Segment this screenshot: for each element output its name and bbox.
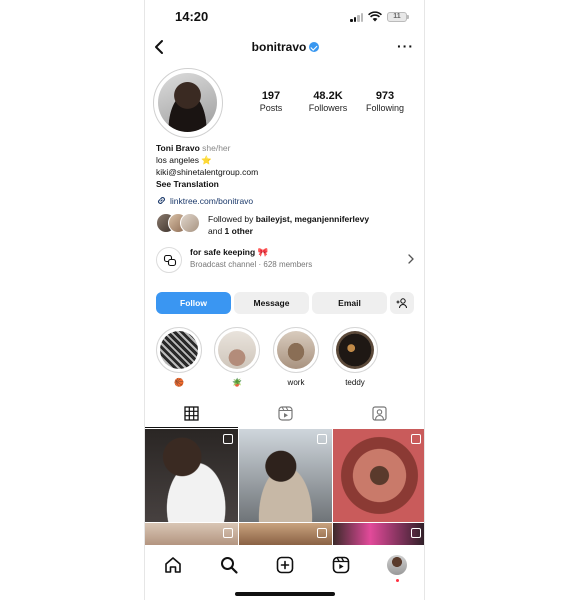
profile-avatar[interactable] [387, 555, 407, 582]
stat-followers-count: 48.2K [313, 90, 343, 102]
tagged-icon [372, 406, 387, 421]
highlight-cover [160, 331, 198, 369]
add-user-icon [396, 298, 407, 309]
bio-link[interactable]: linktree.com/bonitravo [156, 195, 253, 206]
tab-tagged[interactable] [333, 400, 424, 428]
post-thumbnail[interactable] [333, 429, 424, 522]
profile-screen: 14:20 11 bonitravo ··· 197 Posts 48.2K F… [144, 0, 425, 600]
chevron-right-icon [408, 254, 414, 264]
display-name: Toni Bravo [156, 143, 200, 153]
signal-icon [350, 12, 364, 22]
followed-by-names[interactable]: baileyjst, meganjenniferlevy [256, 214, 369, 224]
highlight-caption: teddy [345, 378, 365, 387]
avatar [180, 213, 200, 233]
stat-posts[interactable]: 197 Posts [241, 90, 301, 113]
home-indicator [235, 592, 335, 596]
tab-reels[interactable] [239, 400, 332, 428]
profile-actions: Follow Message Email [156, 292, 416, 314]
highlight-caption: 🏀 [174, 378, 184, 387]
stat-posts-label: Posts [259, 103, 283, 113]
bio-email: kiki@shinetalentgroup.com [156, 167, 259, 177]
post-thumbnail[interactable] [239, 523, 332, 545]
post-grid [145, 429, 424, 545]
stat-followers-label: Followers [308, 103, 348, 113]
broadcast-channel[interactable]: for safe keeping 🎀 Broadcast channel · 6… [156, 245, 416, 275]
carousel-icon [223, 434, 233, 444]
followed-by[interactable]: Followed by baileyjst, meganjenniferlevy… [156, 213, 421, 237]
stat-followers[interactable]: 48.2K Followers [298, 90, 358, 113]
story-highlights: 🏀 🪴 work teddy [156, 327, 416, 389]
search-icon[interactable] [219, 555, 239, 575]
link-icon [158, 197, 165, 204]
bio: Toni Bravo she/her los angeles ⭐ kiki@sh… [156, 142, 416, 190]
bio-link-text[interactable]: linktree.com/bonitravo [170, 196, 253, 206]
reels-icon[interactable] [331, 555, 351, 575]
bottom-nav [145, 546, 424, 586]
post-thumbnail[interactable] [333, 523, 424, 545]
reel-icon [411, 434, 421, 444]
carousel-icon [317, 434, 327, 444]
stat-posts-count: 197 [261, 90, 281, 102]
post-thumbnail[interactable] [239, 429, 332, 522]
reel-icon [411, 528, 421, 538]
message-button[interactable]: Message [234, 292, 309, 314]
status-time: 14:20 [175, 9, 209, 24]
followed-by-text: Followed by baileyjst, meganjenniferlevy… [208, 213, 369, 237]
highlight-caption: work [287, 378, 305, 387]
highlight-item[interactable]: 🪴 [214, 327, 260, 388]
page-title: bonitravo [145, 40, 424, 54]
highlight-item[interactable]: 🏀 [156, 327, 202, 388]
broadcast-title: for safe keeping 🎀 [190, 247, 269, 257]
avatar-ring[interactable] [153, 68, 223, 138]
status-bar: 14:20 11 [145, 8, 424, 26]
highlight-cover [277, 331, 315, 369]
reels-icon [278, 406, 293, 421]
post-thumbnail[interactable] [145, 523, 238, 545]
followed-by-and: and [208, 226, 225, 236]
see-translation-link[interactable]: See Translation [156, 178, 416, 190]
post-thumbnail[interactable] [145, 429, 238, 522]
highlight-item[interactable]: work [273, 327, 319, 388]
more-icon[interactable]: ··· [397, 39, 414, 53]
carousel-icon [223, 528, 233, 538]
broadcast-subtitle: Broadcast channel · 628 members [190, 260, 313, 269]
followed-by-prefix: Followed by [208, 214, 256, 224]
follow-button[interactable]: Follow [156, 292, 231, 314]
battery-level: 11 [393, 13, 401, 20]
bio-location: los angeles ⭐ [156, 155, 212, 165]
profile-tabs [145, 400, 424, 428]
followed-by-other[interactable]: 1 other [225, 226, 253, 236]
stat-following[interactable]: 973 Following [355, 90, 415, 113]
highlight-cover [336, 331, 374, 369]
avatar[interactable] [158, 73, 217, 132]
profile-header: bonitravo ··· [145, 38, 424, 58]
stat-following-count: 973 [375, 90, 395, 102]
email-button[interactable]: Email [312, 292, 387, 314]
verified-badge-icon [309, 42, 320, 52]
stat-following-label: Following [365, 103, 405, 113]
create-icon[interactable] [275, 555, 295, 575]
highlight-item[interactable]: teddy [332, 327, 378, 388]
add-user-button[interactable] [390, 292, 414, 314]
username: bonitravo [251, 40, 307, 54]
highlight-cover [218, 331, 256, 369]
wifi-icon [368, 11, 382, 22]
tab-grid[interactable] [145, 400, 238, 428]
battery-icon: 11 [387, 12, 409, 22]
grid-icon [184, 406, 199, 421]
pronouns: she/her [202, 143, 231, 153]
highlight-caption: 🪴 [232, 378, 242, 387]
notification-dot [395, 579, 399, 582]
broadcast-icon [156, 247, 182, 273]
carousel-icon [317, 528, 327, 538]
profile-stats: 197 Posts 48.2K Followers 973 Following [241, 90, 421, 120]
home-icon[interactable] [163, 555, 183, 575]
